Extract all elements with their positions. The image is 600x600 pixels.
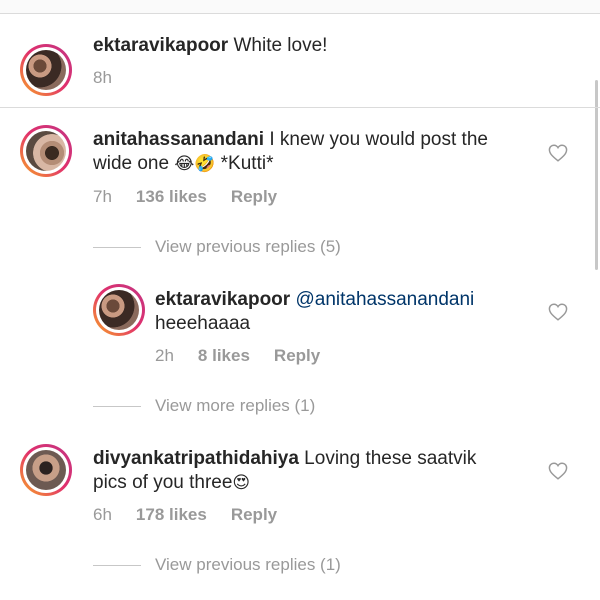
- heart-icon[interactable]: [548, 144, 568, 162]
- avatar-photo: [26, 450, 66, 490]
- heart-icon[interactable]: [548, 303, 568, 321]
- comment: anitahassanandani I knew you would post …: [93, 128, 533, 176]
- comment-username[interactable]: divyankatripathidahiya: [93, 448, 299, 469]
- comment-body-tail: *Kutti*: [215, 153, 274, 174]
- replies-line: [93, 247, 141, 249]
- comment-meta: 7h 136 likes Reply: [93, 187, 301, 207]
- comment: divyankatripathidahiya Loving these saat…: [93, 447, 533, 495]
- view-replies-link[interactable]: View more replies (1): [93, 396, 315, 416]
- view-replies-label: View previous replies (5): [155, 237, 341, 256]
- likes-count[interactable]: 8 likes: [198, 346, 250, 365]
- comment-username[interactable]: ektaravikapoor: [155, 289, 290, 310]
- avatar[interactable]: [20, 125, 72, 177]
- reply-button[interactable]: Reply: [231, 505, 277, 524]
- comment-body: heeehaaaa: [155, 313, 251, 334]
- comment-time: 7h: [93, 187, 112, 206]
- comment-body-line2: wide one: [93, 153, 175, 174]
- avatar[interactable]: [20, 44, 72, 96]
- comment-body: I knew you would post the: [264, 129, 488, 150]
- comment-time: 8h: [93, 68, 112, 87]
- divider: [0, 107, 600, 108]
- avatar[interactable]: [93, 284, 145, 336]
- scrollbar[interactable]: [595, 80, 598, 270]
- comment-time: 6h: [93, 505, 112, 524]
- comment-username[interactable]: anitahassanandani: [93, 129, 264, 150]
- reply-comment: ektaravikapoor @anitahassanandani heeeha…: [155, 288, 535, 336]
- heart-icon[interactable]: [548, 462, 568, 480]
- avatar-photo: [99, 290, 139, 330]
- emoji: 😂🤣: [174, 154, 216, 174]
- likes-count[interactable]: 136 likes: [136, 187, 207, 206]
- replies-line: [93, 565, 141, 567]
- reply-button[interactable]: Reply: [231, 187, 277, 206]
- comment-time: 2h: [155, 346, 174, 365]
- likes-count[interactable]: 178 likes: [136, 505, 207, 524]
- caption-comment: ektaravikapoor White love!: [93, 34, 327, 58]
- comment-meta: 6h 178 likes Reply: [93, 505, 301, 525]
- view-replies-link[interactable]: View previous replies (1): [93, 555, 341, 575]
- replies-line: [93, 406, 141, 408]
- avatar-photo: [26, 50, 66, 90]
- view-replies-label: View more replies (1): [155, 396, 316, 415]
- avatar-photo: [26, 131, 66, 171]
- emoji: 😍: [232, 473, 251, 493]
- comment-meta: 2h 8 likes Reply: [155, 346, 344, 366]
- comment-username[interactable]: ektaravikapoor: [93, 35, 228, 56]
- comment-body-line2: pics of you three: [93, 472, 233, 493]
- view-replies-label: View previous replies (1): [155, 555, 341, 574]
- view-replies-link[interactable]: View previous replies (5): [93, 237, 341, 257]
- comment-meta: 8h: [93, 68, 136, 88]
- reply-button[interactable]: Reply: [274, 346, 320, 365]
- top-bar: [0, 0, 600, 14]
- avatar[interactable]: [20, 444, 72, 496]
- comment-body: White love!: [228, 35, 328, 56]
- mention-link[interactable]: @anitahassanandani: [295, 289, 474, 310]
- comment-body: Loving these saatvik: [298, 448, 477, 469]
